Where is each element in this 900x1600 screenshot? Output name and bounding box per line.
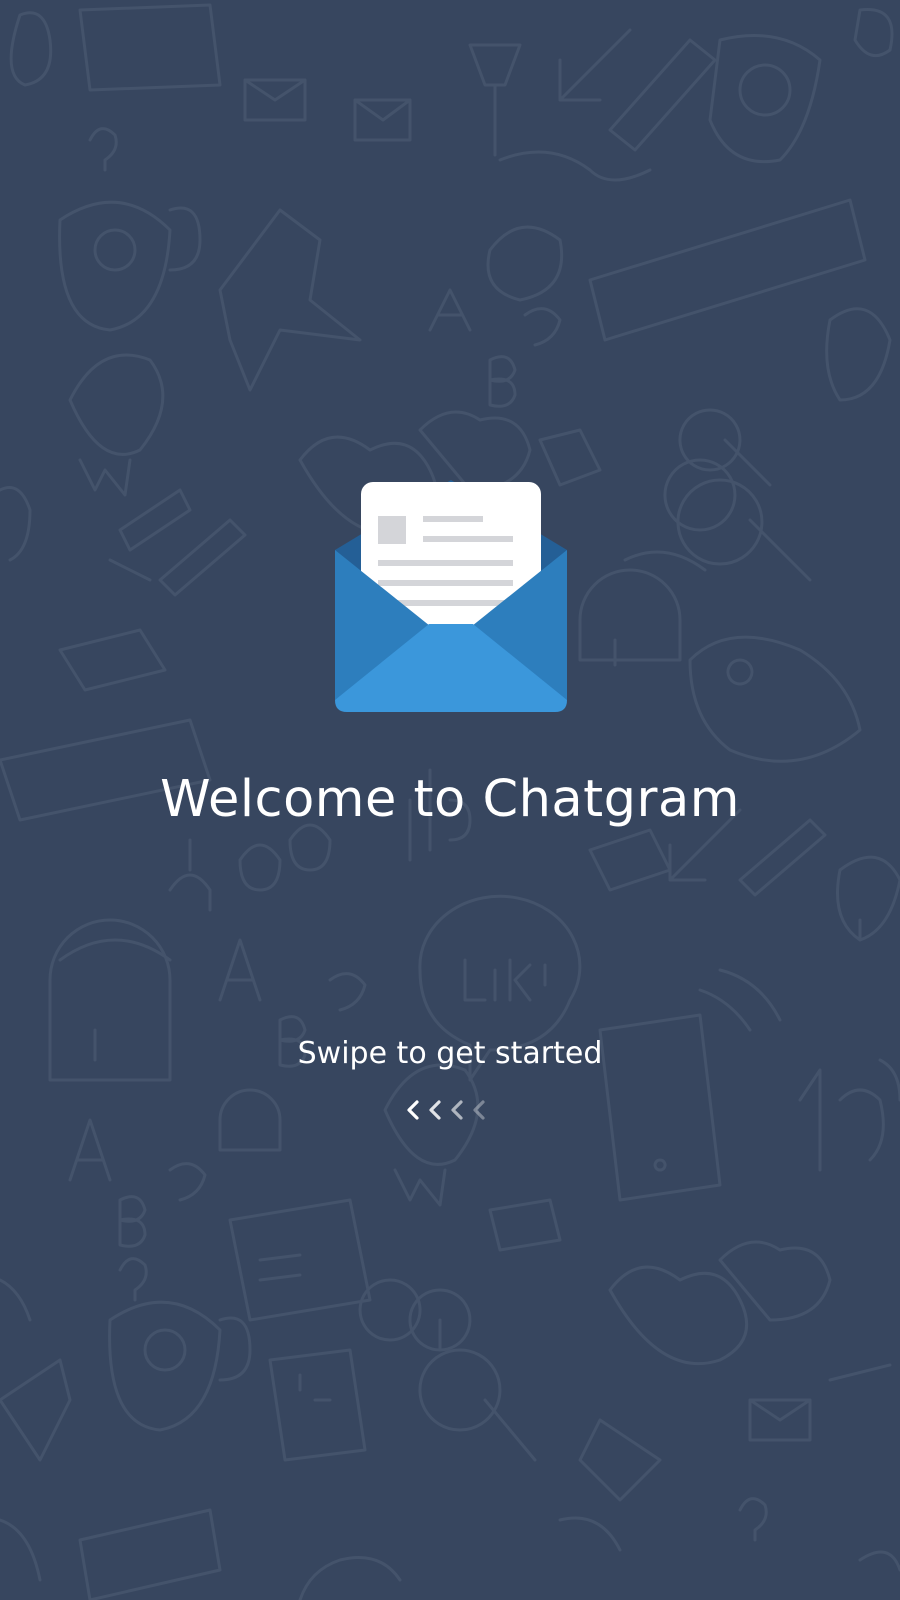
swipe-indicator[interactable] — [405, 1096, 495, 1124]
welcome-screen[interactable]: Welcome to Chatgram Swipe to get started — [0, 0, 900, 1600]
open-envelope-icon — [335, 480, 567, 712]
welcome-title: Welcome to Chatgram — [160, 770, 740, 829]
swipe-hint: Swipe to get started — [297, 1036, 603, 1071]
chevron-left-icon — [429, 1100, 441, 1120]
chevron-left-icon — [473, 1100, 485, 1120]
chevron-left-icon — [451, 1100, 463, 1120]
chevron-left-icon — [407, 1100, 419, 1120]
